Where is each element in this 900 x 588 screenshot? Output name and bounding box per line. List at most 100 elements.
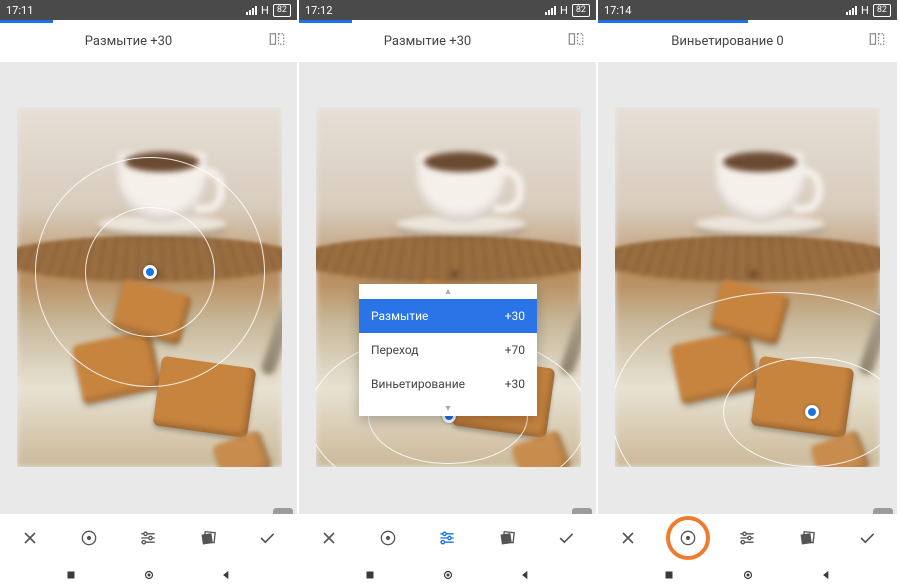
circle-dot-icon — [678, 528, 698, 548]
chevron-up-icon[interactable]: ▴ — [359, 284, 537, 299]
home-icon[interactable] — [142, 568, 156, 582]
system-navbar — [0, 562, 297, 588]
option-blur[interactable]: Размытие +30 — [359, 299, 537, 333]
recent-apps-icon[interactable] — [662, 568, 676, 582]
style-button[interactable] — [190, 520, 226, 556]
option-label: Переход — [371, 343, 419, 357]
battery-indicator: 82 — [572, 4, 590, 17]
slider-progress[interactable] — [299, 20, 352, 23]
screen-1: 17:11 H 82 Размытие +30 ★ — [0, 0, 299, 588]
network-label: H — [261, 4, 269, 17]
apply-button[interactable] — [548, 520, 584, 556]
options-popover[interactable]: ▴ Размытие +30 Переход +70 Виньетировани… — [359, 284, 537, 416]
circle-dot-icon — [79, 528, 99, 548]
tool-title: Виньетирование 0 — [598, 34, 857, 49]
close-icon — [319, 528, 339, 548]
status-bar: 17:12 H 82 — [299, 0, 596, 20]
chevron-down-icon[interactable]: ▾ — [359, 401, 537, 416]
option-label: Виньетирование — [371, 377, 465, 391]
option-value: +30 — [505, 309, 525, 323]
status-bar: 17:14 H 82 — [598, 0, 897, 20]
sliders-icon — [138, 528, 158, 548]
system-navbar — [299, 562, 596, 588]
shape-button[interactable] — [670, 520, 706, 556]
compare-button[interactable] — [556, 30, 596, 52]
app-screenshots: 17:11 H 82 Размытие +30 ★ — [0, 0, 900, 588]
home-icon[interactable] — [741, 568, 755, 582]
shape-button[interactable] — [370, 520, 406, 556]
top-toolbar: Размытие +30 — [0, 20, 297, 62]
battery-indicator: 82 — [273, 4, 291, 17]
shape-button[interactable] — [71, 520, 107, 556]
option-vignette[interactable]: Виньетирование +30 — [359, 367, 537, 401]
adjust-button[interactable] — [729, 520, 765, 556]
signal-icon — [545, 6, 556, 15]
option-value: +30 — [505, 377, 525, 391]
focus-point[interactable] — [143, 265, 157, 279]
option-transition[interactable]: Переход +70 — [359, 333, 537, 367]
system-navbar — [598, 562, 897, 588]
focus-point[interactable] — [805, 405, 819, 419]
image-canvas[interactable] — [598, 62, 897, 502]
compare-button[interactable] — [857, 30, 897, 52]
cancel-button[interactable] — [12, 520, 48, 556]
compare-button[interactable] — [257, 30, 297, 52]
style-button[interactable] — [489, 520, 525, 556]
sliders-icon — [737, 528, 757, 548]
slider-progress[interactable] — [0, 20, 53, 23]
back-icon[interactable] — [219, 568, 233, 582]
bottom-toolbar — [598, 514, 897, 562]
top-toolbar: Виньетирование 0 — [598, 20, 897, 62]
apply-button[interactable] — [249, 520, 285, 556]
recent-apps-icon[interactable] — [64, 568, 78, 582]
back-icon[interactable] — [518, 568, 532, 582]
home-icon[interactable] — [441, 568, 455, 582]
battery-indicator: 82 — [873, 4, 891, 17]
status-icons: H 82 — [846, 4, 891, 17]
card-stack-icon — [198, 528, 218, 548]
check-icon — [257, 528, 277, 548]
photo-preview[interactable] — [615, 107, 880, 467]
signal-icon — [246, 6, 257, 15]
photo-preview[interactable] — [17, 107, 282, 467]
screen-3: 17:14 H 82 Виньетирование 0 — [598, 0, 897, 588]
tool-title: Размытие +30 — [299, 34, 556, 49]
close-icon — [618, 528, 638, 548]
status-icons: H 82 — [246, 4, 291, 17]
recent-apps-icon[interactable] — [363, 568, 377, 582]
back-icon[interactable] — [819, 568, 833, 582]
option-value: +70 — [505, 343, 525, 357]
compare-icon — [268, 30, 286, 48]
option-label: Размытие — [371, 309, 428, 323]
slider-progress[interactable] — [598, 20, 748, 23]
image-canvas[interactable]: ▴ Размытие +30 Переход +70 Виньетировани… — [299, 62, 598, 502]
card-stack-icon — [497, 528, 517, 548]
top-toolbar: Размытие +30 — [299, 20, 596, 62]
signal-icon — [846, 6, 857, 15]
tool-title: Размытие +30 — [0, 34, 257, 49]
check-icon — [556, 528, 576, 548]
cancel-button[interactable] — [311, 520, 347, 556]
status-icons: H 82 — [545, 4, 590, 17]
close-icon — [20, 528, 40, 548]
status-time: 17:11 — [6, 4, 33, 17]
cancel-button[interactable] — [610, 520, 646, 556]
compare-icon — [567, 30, 585, 48]
status-time: 17:12 — [305, 4, 332, 17]
style-button[interactable] — [789, 520, 825, 556]
screen-2: 17:12 H 82 Размытие +30 — [299, 0, 598, 588]
network-label: H — [861, 4, 869, 17]
check-icon — [857, 528, 877, 548]
sliders-icon — [437, 528, 457, 548]
circle-dot-icon — [378, 528, 398, 548]
adjust-button[interactable] — [429, 520, 465, 556]
adjust-button[interactable] — [130, 520, 166, 556]
bottom-toolbar — [0, 514, 297, 562]
compare-icon — [868, 30, 886, 48]
bottom-toolbar — [299, 514, 596, 562]
network-label: H — [560, 4, 568, 17]
card-stack-icon — [797, 528, 817, 548]
status-time: 17:14 — [604, 4, 631, 17]
image-canvas[interactable] — [0, 62, 299, 502]
apply-button[interactable] — [849, 520, 885, 556]
